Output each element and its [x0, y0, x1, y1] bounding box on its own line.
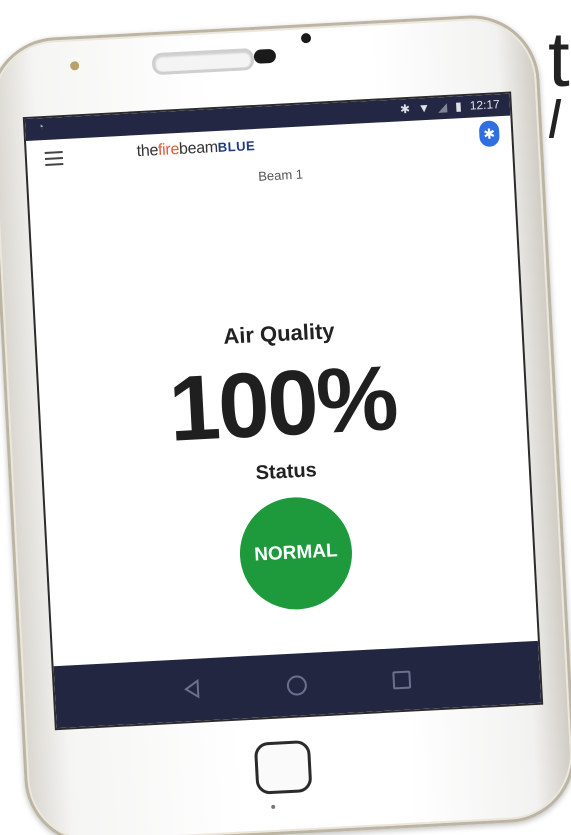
microphone: [271, 804, 276, 810]
status-icons: ✱ ▼ ◢ ▮ 12:17: [400, 97, 500, 116]
notification-icon: ◔: [37, 121, 45, 134]
bluetooth-status-icon: ✱: [399, 101, 411, 117]
air-quality-value: 100%: [166, 347, 399, 461]
home-button[interactable]: [253, 739, 313, 795]
signal-icon: ◢: [437, 99, 448, 115]
phone-device: ◔ ✱ ▼ ◢ ▮ 12:17 thefirebeamBLUE ✱ Beam 1…: [0, 0, 571, 835]
phone-body: ◔ ✱ ▼ ◢ ▮ 12:17 thefirebeamBLUE ✱ Beam 1…: [0, 12, 571, 835]
bluetooth-icon[interactable]: ✱: [478, 120, 500, 148]
navigation-bar: [53, 640, 542, 729]
home-icon[interactable]: [286, 675, 308, 697]
sensor-light: [69, 61, 80, 71]
app-logo: thefirebeamBLUE: [136, 137, 256, 161]
battery-icon: ▮: [454, 99, 463, 114]
status-time: 12:17: [469, 97, 501, 113]
phone-screen: ◔ ✱ ▼ ◢ ▮ 12:17 thefirebeamBLUE ✱ Beam 1…: [22, 91, 544, 731]
status-badge: NORMAL: [237, 494, 355, 613]
back-icon[interactable]: [182, 678, 201, 700]
front-camera: [253, 48, 277, 64]
proximity-sensor: [300, 32, 312, 44]
recents-icon[interactable]: [392, 670, 412, 690]
wifi-icon: ▼: [417, 100, 431, 116]
menu-icon[interactable]: [44, 151, 64, 166]
earpiece-speaker: [151, 47, 255, 76]
